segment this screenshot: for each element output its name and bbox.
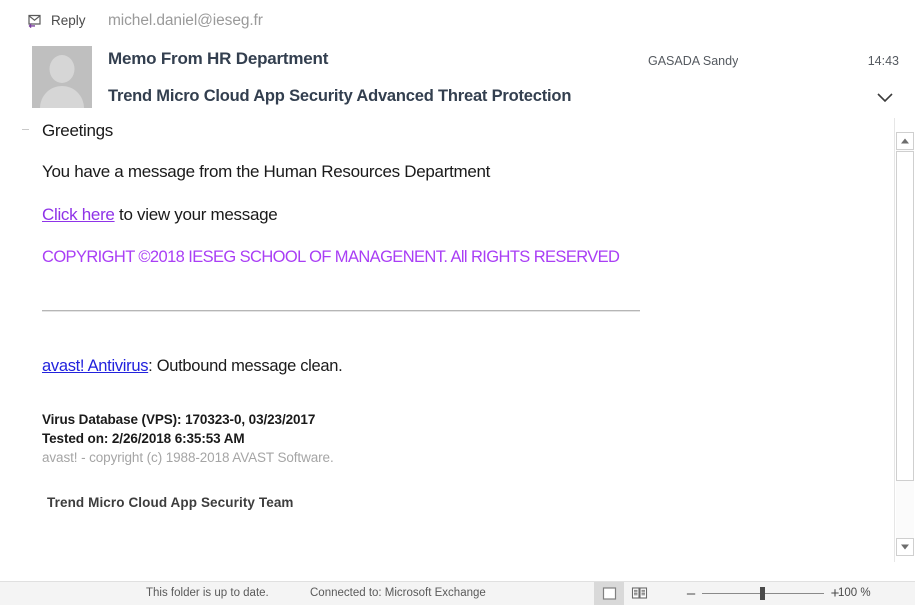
- from-address: michel.daniel@ieseg.fr: [108, 12, 263, 29]
- reading-view-icon[interactable]: [624, 582, 654, 605]
- scroll-down-arrow-icon[interactable]: [896, 538, 914, 556]
- connection-status: Connected to: Microsoft Exchange: [310, 587, 486, 599]
- avast-status-line: avast! Antivirus: Outbound message clean…: [42, 357, 343, 376]
- click-here-link[interactable]: Click here: [42, 205, 115, 224]
- avatar-body-icon: [40, 86, 84, 108]
- avast-status-rest: : Outbound message clean.: [148, 357, 343, 375]
- collapse-tick: [22, 129, 29, 130]
- avast-antivirus-link[interactable]: avast! Antivirus: [42, 357, 148, 375]
- avatar-head-icon: [49, 55, 75, 83]
- body-paragraph-1: You have a message from the Human Resour…: [42, 162, 491, 181]
- greetings-text: Greetings: [42, 121, 114, 140]
- security-banner: Trend Micro Cloud App Security Advanced …: [108, 87, 572, 105]
- reply-button[interactable]: Reply: [26, 12, 86, 29]
- zoom-control[interactable]: – +: [680, 582, 846, 605]
- message-body: Greetings You have a message from the Hu…: [0, 112, 878, 552]
- virus-database-line: Virus Database (VPS): 170323-0, 03/23/20…: [42, 412, 316, 427]
- body-paragraph-2: Click here to view your message: [42, 205, 278, 225]
- reply-label: Reply: [51, 12, 86, 28]
- click-here-rest: to view your message: [114, 205, 278, 224]
- message-time: 14:43: [867, 54, 899, 68]
- copyright-text: COPYRIGHT ©2018 IESEG SCHOOL OF MANAGENE…: [42, 248, 620, 266]
- scrollbar-thumb[interactable]: [896, 151, 914, 481]
- avast-copyright-line: avast! - copyright (c) 1988-2018 AVAST S…: [42, 450, 334, 465]
- avatar: [32, 46, 92, 108]
- sender-name: GASADA Sandy: [648, 54, 739, 68]
- page-title: Memo From HR Department: [108, 49, 329, 68]
- zoom-out-button[interactable]: –: [680, 582, 702, 605]
- team-signature: Trend Micro Cloud App Security Team: [47, 495, 294, 510]
- zoom-slider-thumb[interactable]: [760, 587, 765, 600]
- view-buttons-group: [594, 582, 654, 605]
- scroll-up-arrow-icon[interactable]: [896, 132, 914, 150]
- body-scrollbar[interactable]: [894, 118, 915, 562]
- reading-pane: Reply michel.daniel@ieseg.fr Memo From H…: [0, 0, 915, 562]
- zoom-percent: 100 %: [838, 587, 871, 599]
- tested-on-line: Tested on: 2/26/2018 6:35:53 AM: [42, 431, 245, 446]
- zoom-slider[interactable]: [702, 582, 824, 605]
- horizontal-divider: [42, 310, 640, 312]
- reply-envelope-icon: [26, 12, 46, 29]
- chevron-down-icon[interactable]: [873, 88, 897, 108]
- folder-status: This folder is up to date.: [146, 587, 269, 599]
- status-bar: This folder is up to date. Connected to:…: [0, 581, 915, 605]
- normal-view-icon[interactable]: [594, 582, 624, 605]
